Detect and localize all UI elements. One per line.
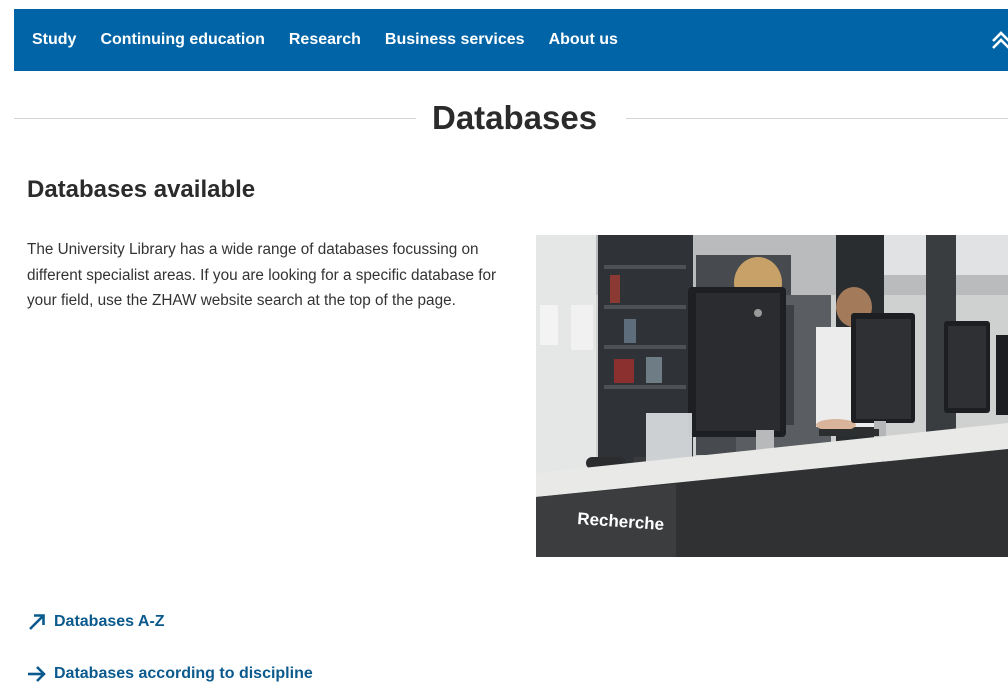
databases-discipline-label: Databases according to discipline [54, 665, 313, 682]
section-description: The University Library has a wide range … [27, 241, 497, 309]
section-title: Databases available [27, 176, 256, 203]
page-title-row: Databases [14, 98, 1008, 138]
nav-item-business-services[interactable]: Business services [385, 31, 525, 49]
title-divider-left [14, 118, 416, 119]
double-chevron-up-icon[interactable] [990, 29, 1008, 51]
databases-az-label: Databases A-Z [54, 613, 165, 630]
main-navigation: Study Continuing education Research Busi… [14, 9, 1008, 71]
nav-item-continuing-education[interactable]: Continuing education [100, 31, 264, 49]
nav-item-about-us[interactable]: About us [549, 31, 618, 49]
databases-az-link[interactable]: Databases A-Z [27, 612, 165, 632]
page-title: Databases [432, 99, 598, 136]
title-divider-right [626, 118, 1008, 119]
arrow-up-right-icon [29, 614, 45, 630]
nav-item-research[interactable]: Research [289, 31, 361, 49]
databases-discipline-link[interactable]: Databases according to discipline [27, 664, 313, 684]
nav-item-study[interactable]: Study [32, 31, 76, 49]
library-photo-illustration [536, 235, 1008, 557]
arrow-right-icon [28, 666, 46, 682]
library-photo: Recherche [536, 235, 1008, 557]
